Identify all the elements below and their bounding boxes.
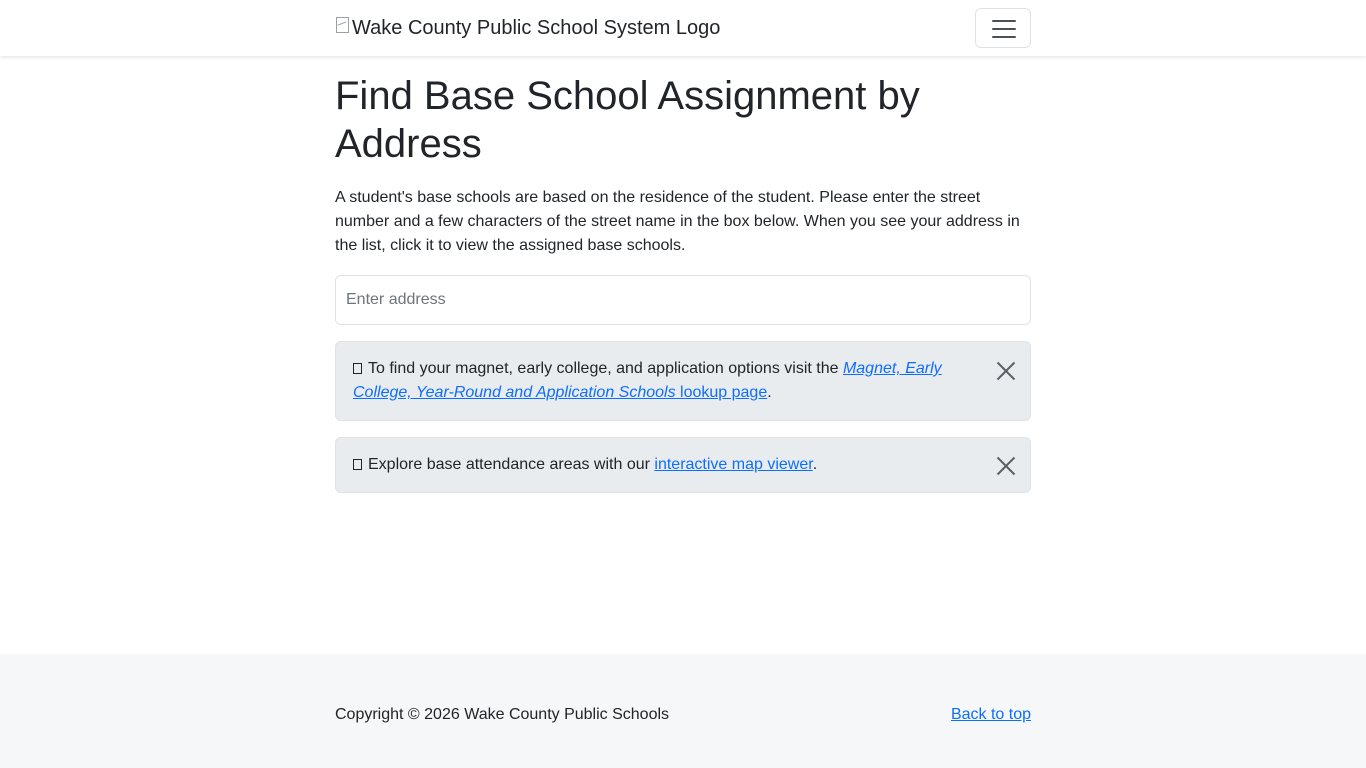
info-icon xyxy=(353,363,362,374)
hamburger-icon-bar xyxy=(992,36,1016,38)
alert-text-after: . xyxy=(812,456,818,473)
info-icon xyxy=(353,459,362,470)
alert-text-after: . xyxy=(767,384,772,401)
map-viewer-alert: Explore base attendance areas with our i… xyxy=(335,437,1031,493)
hamburger-icon-bar xyxy=(992,28,1016,30)
map-viewer-link[interactable]: interactive map viewer xyxy=(654,456,812,473)
hamburger-icon xyxy=(992,20,1016,22)
footer-container: Copyright © 2026 Wake County Public Scho… xyxy=(335,703,1031,727)
navbar-container: Wake County Public School System Logo xyxy=(335,0,1031,56)
magnet-options-alert: To find your magnet, early college, and … xyxy=(335,341,1031,421)
top-navbar: Wake County Public School System Logo xyxy=(0,0,1366,56)
magnet-lookup-link-plain: lookup page xyxy=(675,384,768,401)
alert-text-before: To find your magnet, early college, and … xyxy=(368,360,843,377)
page-footer: Copyright © 2026 Wake County Public Scho… xyxy=(0,654,1366,768)
main-content: Find Base School Assignment by Address A… xyxy=(335,56,1031,493)
close-icon[interactable] xyxy=(994,455,1016,477)
alert-text-before: Explore base attendance areas with our xyxy=(368,456,655,473)
address-search-input[interactable] xyxy=(335,275,1031,325)
close-icon[interactable] xyxy=(994,360,1016,382)
menu-toggle-button[interactable] xyxy=(975,8,1031,48)
copyright-text: Copyright © 2026 Wake County Public Scho… xyxy=(335,706,670,723)
site-logo-link[interactable]: Wake County Public School System Logo xyxy=(335,13,720,43)
page-title: Find Base School Assignment by Address xyxy=(335,74,920,166)
broken-image-icon xyxy=(335,17,351,33)
back-to-top-link[interactable]: Back to top xyxy=(951,703,1031,727)
logo-alt-text: Wake County Public School System Logo xyxy=(352,17,721,39)
page-description: A student's base schools are based on th… xyxy=(335,189,1020,254)
